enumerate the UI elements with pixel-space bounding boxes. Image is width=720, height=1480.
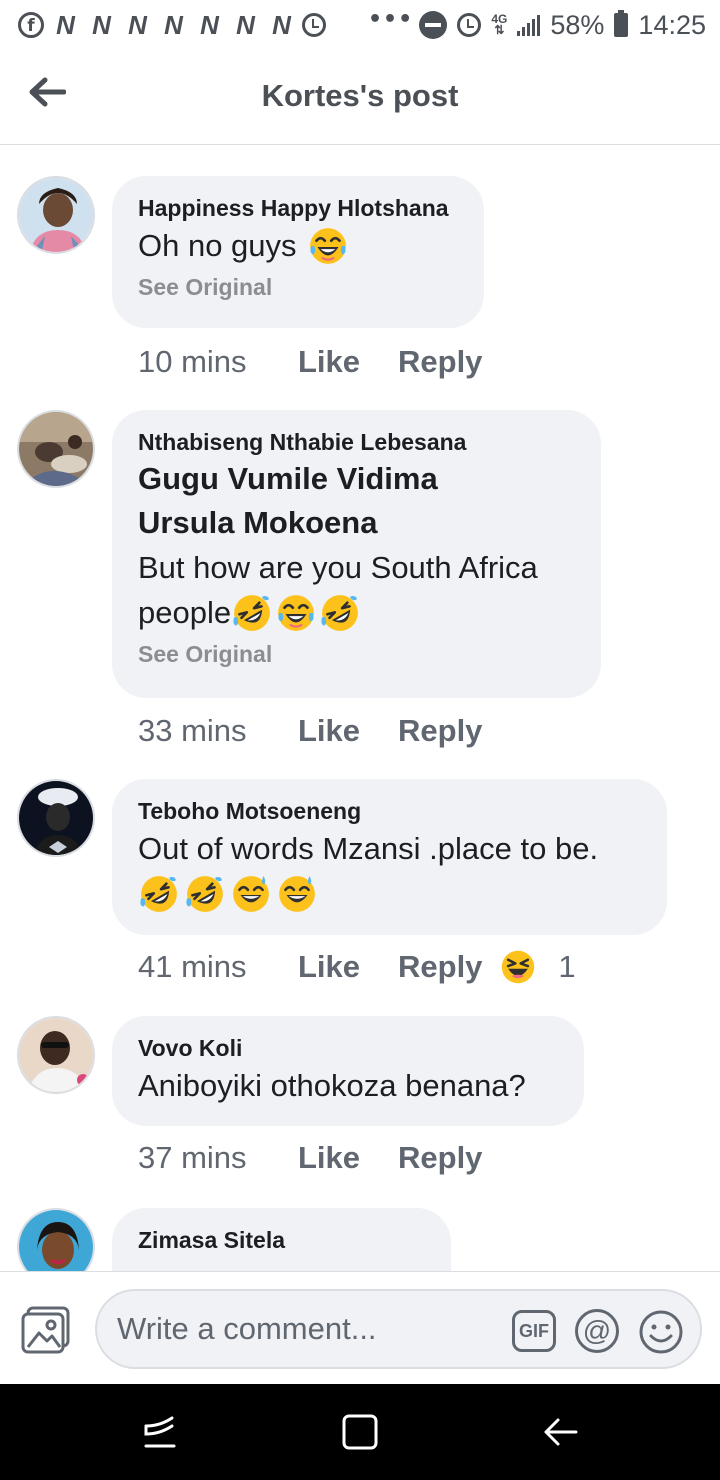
comment-timestamp[interactable]: 41 mins	[138, 949, 298, 985]
comments-list[interactable]: Happiness Happy Hlotshana Oh no guys See…	[0, 146, 720, 1271]
gif-button[interactable]: GIF	[512, 1310, 556, 1352]
see-original-link[interactable]: See Original	[138, 272, 458, 302]
rolling-laughing-emoji	[140, 875, 177, 912]
like-button[interactable]: Like	[298, 949, 398, 985]
comment-author[interactable]: Zimasa Sitela	[138, 1225, 425, 1255]
back-arrow-icon	[544, 1418, 578, 1446]
app-header: Kortes's post	[0, 50, 720, 145]
signal-icon	[517, 14, 541, 36]
grinning-sweat-emoji	[279, 875, 315, 912]
at-icon: @	[582, 1315, 612, 1346]
comment-text-line2: people	[138, 590, 575, 635]
mention-button[interactable]: @	[575, 1309, 619, 1353]
mention-link[interactable]: Ursula Mokoena	[138, 501, 575, 545]
comment-author[interactable]: Nthabiseng Nthabie Lebesana	[138, 427, 575, 457]
comment-author[interactable]: Happiness Happy Hlotshana	[138, 193, 458, 223]
alarm-icon	[457, 13, 482, 37]
comment-author[interactable]: Teboho Motsoeneng	[138, 796, 641, 826]
comment-author[interactable]: Vovo Koli	[138, 1033, 558, 1063]
like-button[interactable]: Like	[298, 713, 398, 749]
battery-percent: 58%	[550, 9, 605, 40]
comment-bubble[interactable]: Vovo Koli Aniboyiki othokoza benana?	[112, 1016, 584, 1126]
comment-actions: 10 mins Like Reply	[138, 344, 482, 380]
like-button[interactable]: Like	[298, 344, 398, 380]
grinning-sweat-emoji	[233, 875, 269, 912]
more-notifications-icon: •••	[368, 6, 414, 32]
status-bar: f N N N N N N N ••• 4G ⇅ 58% 14:25	[0, 0, 720, 50]
comment-timestamp[interactable]: 37 mins	[138, 1140, 298, 1176]
reaction-count: 1	[558, 949, 576, 984]
facebook-notification-icon: f	[18, 12, 44, 38]
notification-icon: N	[128, 9, 147, 40]
clock: 14:25	[638, 9, 706, 40]
system-back-button[interactable]	[540, 1412, 580, 1457]
recent-apps-icon	[144, 1416, 176, 1448]
reply-button[interactable]: Reply	[398, 949, 482, 985]
haha-reaction-icon	[502, 950, 535, 984]
tears-of-joy-emoji	[309, 227, 346, 264]
home-icon	[342, 1414, 378, 1450]
comment-text: Oh no guys	[138, 223, 458, 268]
like-button[interactable]: Like	[298, 1140, 398, 1176]
avatar[interactable]	[17, 1208, 95, 1271]
add-photo-button[interactable]	[20, 1305, 72, 1360]
do-not-disturb-icon	[419, 11, 448, 39]
photo-icon	[21, 1306, 70, 1354]
comment-actions: 33 mins Like Reply	[138, 713, 482, 749]
comment-actions: 37 mins Like Reply	[138, 1140, 482, 1176]
reaction-summary[interactable]: 1	[500, 949, 576, 985]
mention-link[interactable]: Gugu Vumile Vidima	[138, 457, 575, 501]
comment-field-container: GIF @	[95, 1289, 702, 1369]
system-nav-bar	[0, 1384, 720, 1480]
network-type-icon: 4G ⇅	[491, 12, 508, 37]
notification-icon: N	[164, 9, 183, 40]
comment-actions: 41 mins Like Reply 1	[138, 949, 576, 985]
comment-emojis	[138, 871, 641, 916]
comment-text: Out of words Mzansi .place to be.	[138, 831, 599, 866]
comment-input[interactable]	[117, 1305, 497, 1353]
rolling-laughing-emoji	[186, 875, 223, 912]
tears-of-joy-emoji	[278, 594, 314, 631]
notification-icon: N	[56, 9, 75, 40]
notification-icon: N	[236, 9, 255, 40]
see-original-link[interactable]: See Original	[138, 639, 575, 669]
comment-composer: GIF @	[0, 1271, 720, 1384]
rolling-laughing-emoji	[233, 594, 270, 631]
reply-button[interactable]: Reply	[398, 344, 482, 380]
reply-button[interactable]: Reply	[398, 713, 482, 749]
home-button[interactable]	[340, 1412, 380, 1457]
comment-text: But how are you South Africa	[138, 550, 538, 585]
comment-text: Aniboyiki othokoza benana?	[138, 1068, 526, 1103]
rolling-laughing-emoji	[321, 594, 358, 631]
status-bar-notifications: f N N N N N N N •••	[18, 6, 414, 41]
alarm-notification-icon	[302, 13, 326, 37]
comment-bubble[interactable]: Zimasa Sitela	[112, 1208, 451, 1271]
page-title: Kortes's post	[261, 78, 459, 113]
comment-bubble[interactable]: Nthabiseng Nthabie Lebesana Gugu Vumile …	[112, 410, 601, 698]
avatar[interactable]	[17, 176, 95, 254]
notification-icon: N	[272, 9, 291, 40]
comment-timestamp[interactable]: 33 mins	[138, 713, 298, 749]
avatar[interactable]	[17, 779, 95, 857]
comment-bubble[interactable]: Teboho Motsoeneng Out of words Mzansi .p…	[112, 779, 667, 935]
avatar[interactable]	[17, 1016, 95, 1094]
comment-timestamp[interactable]: 10 mins	[138, 344, 298, 380]
avatar[interactable]	[17, 410, 95, 488]
notification-icon: N	[92, 9, 111, 40]
emoji-button[interactable]	[638, 1309, 684, 1360]
battery-icon	[614, 10, 629, 37]
notification-icon: N	[200, 9, 219, 40]
recent-apps-button[interactable]	[140, 1412, 180, 1457]
smile-icon	[639, 1310, 683, 1354]
comment-bubble[interactable]: Happiness Happy Hlotshana Oh no guys See…	[112, 176, 484, 328]
gif-icon: GIF	[519, 1320, 549, 1341]
reply-button[interactable]: Reply	[398, 1140, 482, 1176]
